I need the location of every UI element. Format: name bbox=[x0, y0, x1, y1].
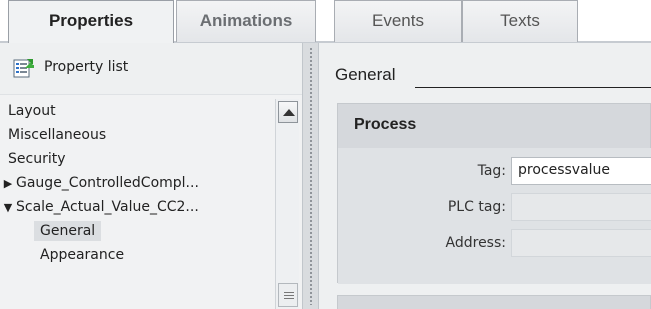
tree-item-scale[interactable]: ▼ Scale_Actual_Value_CC2... bbox=[0, 195, 276, 219]
plc-tag-label: PLC tag: bbox=[447, 199, 506, 215]
group-title: Process bbox=[354, 116, 417, 133]
property-list-icon bbox=[13, 59, 34, 78]
process-fields: Tag: processvalue PLC tag: Address: bbox=[338, 148, 651, 284]
tab-animations[interactable]: Animations bbox=[176, 0, 316, 42]
expand-arrow-icon[interactable]: ▶ bbox=[0, 172, 16, 196]
section-divider bbox=[415, 87, 651, 88]
scroll-grip-icon[interactable] bbox=[278, 283, 298, 307]
next-group bbox=[337, 295, 651, 309]
tree-item-label: General bbox=[34, 221, 102, 241]
tag-field[interactable]: processvalue bbox=[511, 157, 651, 185]
tree-item-label: Miscellaneous bbox=[8, 127, 107, 143]
tree-item-label: Security bbox=[8, 151, 66, 167]
scroll-up-icon[interactable] bbox=[278, 101, 298, 123]
address-label: Address: bbox=[445, 235, 506, 251]
tree-item-label: Appearance bbox=[40, 247, 125, 263]
tree-item-label: Scale_Actual_Value_CC2... bbox=[16, 199, 199, 215]
tree-item-gauge[interactable]: ▶ Gauge_ControlledCompl... bbox=[0, 171, 276, 195]
panel-splitter[interactable] bbox=[302, 43, 319, 309]
property-list-header[interactable]: Property list bbox=[0, 43, 302, 95]
tree-item-label: Gauge_ControlledCompl... bbox=[16, 175, 199, 191]
tab-strip: Properties Animations Events Texts bbox=[0, 0, 651, 43]
tab-texts[interactable]: Texts bbox=[462, 0, 578, 42]
splitter-grip-icon bbox=[309, 47, 313, 305]
tab-events[interactable]: Events bbox=[334, 0, 462, 42]
process-group: Process Tag: processvalue PLC tag: Addre… bbox=[337, 103, 651, 284]
property-list-label: Property list bbox=[44, 59, 129, 75]
tree-item-miscellaneous[interactable]: Miscellaneous bbox=[0, 123, 276, 147]
tag-label: Tag: bbox=[477, 163, 506, 179]
tag-value: processvalue bbox=[518, 162, 611, 178]
tree-item-general[interactable]: General bbox=[0, 219, 276, 243]
tree-item-appearance[interactable]: Appearance bbox=[0, 243, 276, 267]
tree-item-label: Layout bbox=[8, 103, 56, 119]
section-title: General bbox=[335, 65, 396, 84]
address-field[interactable] bbox=[511, 229, 651, 257]
tree-scrollbar[interactable] bbox=[275, 99, 299, 309]
properties-content-panel: General Process Tag: processvalue PLC ta… bbox=[319, 43, 651, 309]
tab-properties[interactable]: Properties bbox=[8, 0, 174, 43]
collapse-arrow-icon[interactable]: ▼ bbox=[0, 196, 16, 220]
tree-item-layout[interactable]: Layout bbox=[0, 99, 276, 123]
plc-tag-field[interactable] bbox=[511, 193, 651, 221]
tree-item-security[interactable]: Security bbox=[0, 147, 276, 171]
property-list-panel: Property list Layout Miscellaneous Secur… bbox=[0, 43, 302, 309]
